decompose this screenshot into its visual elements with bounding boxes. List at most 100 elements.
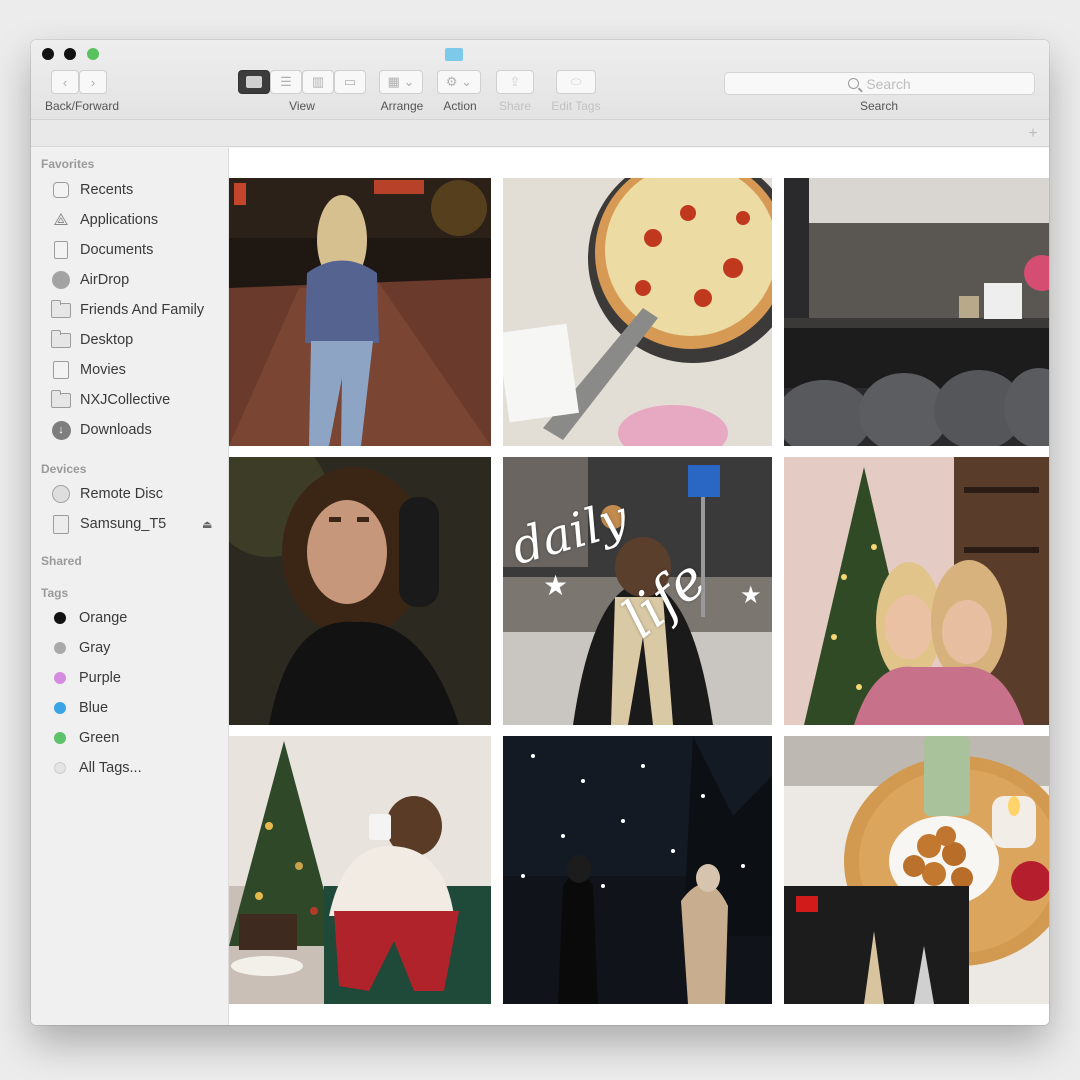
sidebar-item-desktop[interactable]: Desktop xyxy=(50,328,133,352)
sidebar-item-airdrop[interactable]: AirDrop xyxy=(51,268,129,292)
photo-thumbnail-christmas-mug[interactable] xyxy=(229,736,491,1004)
photo-thumbnail-snow-night[interactable] xyxy=(503,736,772,1004)
new-tab-button[interactable]: + xyxy=(1024,125,1042,143)
disc-icon xyxy=(51,485,71,503)
tag-dot-icon xyxy=(54,732,66,744)
sidebar-item-label: Downloads xyxy=(80,422,152,438)
sidebar-item-nxjcollective[interactable]: NXJCollective xyxy=(50,388,170,412)
share-label: Share xyxy=(498,99,532,113)
photo-thumbnail-kitchen[interactable] xyxy=(784,178,1049,446)
overlay-word-life: life xyxy=(610,547,718,650)
search-label: Search xyxy=(859,99,899,113)
arrange-button[interactable]: ▦ ⌄ xyxy=(379,70,423,94)
list-view-icon: ☰ xyxy=(280,74,292,89)
arrange-label: Arrange xyxy=(380,99,424,113)
action-label: Action xyxy=(443,99,477,113)
photo-thumbnail-portrait[interactable] xyxy=(229,457,491,725)
downloads-icon: ↓ xyxy=(51,420,71,440)
overlay-word-daily: daily xyxy=(505,489,634,577)
close-button[interactable] xyxy=(42,48,54,60)
sidebar-item-label: Blue xyxy=(79,700,109,716)
sidebar-item-downloads[interactable]: ↓ Downloads xyxy=(51,418,152,442)
folder-title-icon xyxy=(445,48,463,61)
sidebar-item-movies[interactable]: Movies xyxy=(51,358,126,382)
star-icon: ★ xyxy=(740,581,762,609)
toolbar: ‹ › Back/Forward ☰ ▥ ▭ View ▦ ⌄ Arrange … xyxy=(31,40,1049,120)
finder-window: ‹ › Back/Forward ☰ ▥ ▭ View ▦ ⌄ Arrange … xyxy=(31,40,1049,1025)
photo-thumbnail-cozy-table[interactable] xyxy=(784,736,1049,1004)
sidebar-item-label: Movies xyxy=(80,362,126,378)
drive-icon xyxy=(51,514,71,534)
shared-header: Shared xyxy=(41,554,82,568)
edit-tags-button[interactable]: ⬭ xyxy=(556,70,596,94)
sidebar-tag-green[interactable]: Green xyxy=(51,726,119,750)
share-icon: ⇪ xyxy=(509,74,521,89)
edit-tags-label: Edit Tags xyxy=(551,99,601,113)
star-icon: ★ xyxy=(543,569,569,602)
action-button[interactable]: ⚙ ⌄ xyxy=(437,70,481,94)
sidebar-item-label: Green xyxy=(79,730,120,746)
sidebar-tag-gray[interactable]: Gray xyxy=(51,636,110,660)
tag-dot-icon xyxy=(54,612,66,624)
view-gallery-button[interactable]: ▭ xyxy=(334,70,366,94)
forward-button[interactable]: › xyxy=(79,70,107,94)
search-input[interactable]: Search xyxy=(724,72,1035,95)
back-button[interactable]: ‹ xyxy=(51,70,79,94)
sidebar-tag-orange[interactable]: Orange xyxy=(51,606,127,630)
photo-thumbnail-daily-life[interactable]: daily life ★ ★ xyxy=(503,457,772,725)
sidebar-item-label: Recents xyxy=(80,182,134,198)
tag-dot-icon xyxy=(54,702,66,714)
eject-icon[interactable]: ⏏ xyxy=(202,518,212,531)
view-label: View xyxy=(289,99,315,113)
favorites-header: Favorites xyxy=(41,157,95,171)
sidebar-item-label: Remote Disc xyxy=(80,486,163,502)
airdrop-icon xyxy=(51,271,71,289)
share-button[interactable]: ⇪ xyxy=(496,70,534,94)
sidebar-item-applications[interactable]: ⟁ Applications xyxy=(51,208,158,232)
tag-dot-icon xyxy=(54,642,66,654)
sidebar-item-documents[interactable]: Documents xyxy=(51,238,153,262)
view-icon-button[interactable] xyxy=(238,70,270,94)
photo-thumbnail-pizza[interactable] xyxy=(503,178,772,446)
photo-thumbnail-christmas-friends[interactable] xyxy=(784,457,1049,725)
maximize-button[interactable] xyxy=(87,48,99,60)
movies-icon xyxy=(51,361,71,379)
sidebar-item-label: Applications xyxy=(80,212,159,228)
sidebar-item-friends-and-family[interactable]: Friends And Family xyxy=(50,298,205,322)
sidebar-item-label: All Tags... xyxy=(79,760,142,776)
chevron-left-icon: ‹ xyxy=(62,74,68,90)
devices-header: Devices xyxy=(41,462,87,476)
tag-dot-icon xyxy=(54,672,66,684)
tags-header: Tags xyxy=(41,586,69,600)
plus-icon: + xyxy=(1028,125,1038,142)
tab-bar: + xyxy=(31,120,1049,147)
tag-icon: ⬭ xyxy=(570,74,582,89)
sidebar-item-label: Orange xyxy=(79,610,128,626)
sidebar-tag-purple[interactable]: Purple xyxy=(51,666,121,690)
view-columns-button[interactable]: ▥ xyxy=(302,70,334,94)
sidebar-tag-all-tags[interactable]: All Tags... xyxy=(51,756,142,780)
arrange-grid-icon: ▦ ⌄ xyxy=(387,74,415,89)
recents-icon xyxy=(51,181,71,199)
sidebar-item-recents[interactable]: Recents xyxy=(51,178,133,202)
tag-dot-icon xyxy=(54,762,66,774)
view-list-button[interactable]: ☰ xyxy=(270,70,302,94)
sidebar-item-samsung-t5[interactable]: Samsung_T5 xyxy=(51,512,166,536)
sidebar-item-remote-disc[interactable]: Remote Disc xyxy=(51,482,163,506)
sidebar-item-label: Samsung_T5 xyxy=(80,516,167,532)
minimize-button[interactable] xyxy=(64,48,76,60)
search-icon xyxy=(848,78,860,89)
folder-icon xyxy=(50,299,71,319)
sidebar: Favorites Recents ⟁ Applications Documen… xyxy=(31,148,229,1025)
gear-icon: ⚙ ⌄ xyxy=(445,74,473,89)
desktop-icon xyxy=(50,329,71,349)
sidebar-tag-blue[interactable]: Blue xyxy=(51,696,108,720)
documents-icon xyxy=(51,241,71,259)
search-placeholder: Search xyxy=(866,75,911,92)
sidebar-item-label: Friends And Family xyxy=(80,302,205,318)
photo-thumbnail-night-walk[interactable] xyxy=(229,178,491,446)
columns-view-icon: ▥ xyxy=(311,74,325,89)
icon-view-icon xyxy=(246,76,262,88)
file-browser-content: daily life ★ ★ xyxy=(229,148,1049,1025)
sidebar-item-label: Gray xyxy=(79,640,111,656)
